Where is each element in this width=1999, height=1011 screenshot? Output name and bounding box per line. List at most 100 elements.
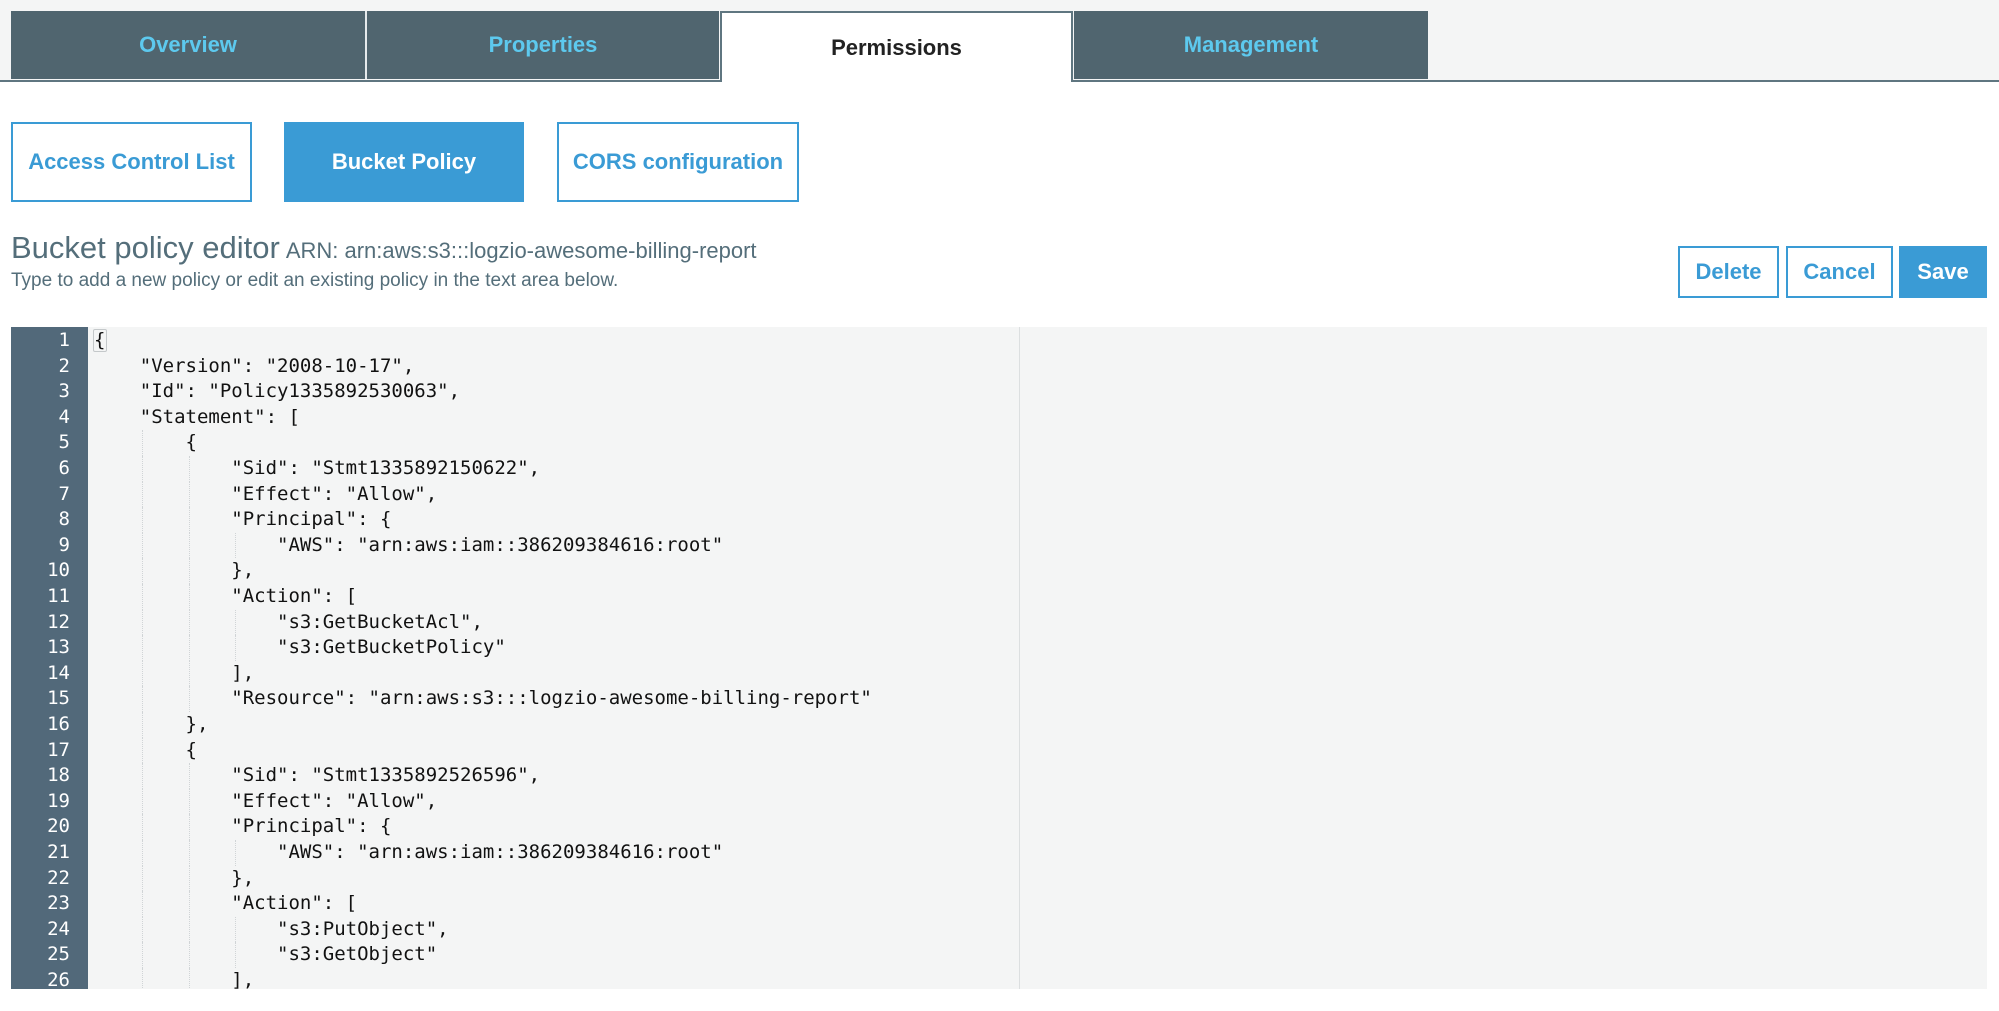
indent-guide [188, 584, 190, 610]
indent-guide [188, 814, 190, 840]
indent-guide [188, 507, 190, 533]
indent-guide [142, 865, 144, 892]
editor-instructions: Type to add a new policy or edit an exis… [11, 270, 619, 291]
indent-guide [142, 814, 144, 840]
code-line: "Effect": "Allow", [94, 482, 438, 505]
indent-guide [188, 865, 190, 892]
indent-guide [142, 660, 144, 687]
line-number: 19 [47, 789, 70, 812]
indent-guide [142, 942, 144, 968]
line-number: 22 [47, 866, 70, 889]
line-number: 12 [47, 610, 70, 633]
code-line: "Principal": { [94, 508, 392, 531]
tab-management[interactable]: Management [1074, 11, 1428, 79]
indent-guide [142, 891, 144, 917]
indent-guide [188, 660, 190, 687]
indent-guide [188, 456, 190, 482]
print-margin [1019, 327, 1020, 989]
policy-code-editor[interactable]: 1 2 3 4 5 6 7 8 9 10 11 12 13 14 15 16 17 18 19 20 21 22 23 24 2… [11, 327, 1987, 989]
indent-guide [142, 558, 144, 584]
indent-guide [188, 788, 190, 815]
code-line: "Statement": [ [94, 405, 300, 428]
line-number-gutter: 1 2 3 4 5 6 7 8 9 10 11 12 13 14 15 16 17 18 19 20 21 22 23 24 2… [11, 327, 88, 989]
code-line: "Effect": "Allow", [94, 789, 438, 812]
tab-properties[interactable]: Properties [367, 11, 719, 79]
indent-guide [142, 840, 144, 866]
indent-guide [235, 840, 237, 866]
indent-guide [188, 840, 190, 866]
line-number: 8 [58, 508, 70, 531]
line-number: 5 [58, 431, 70, 454]
line-number: 1 [58, 329, 70, 351]
line-number: 14 [47, 661, 70, 684]
code-line: ], [94, 661, 255, 684]
indent-guide [142, 456, 144, 482]
indent-guide [188, 891, 190, 917]
indent-guide [142, 481, 144, 508]
indent-guide [142, 968, 144, 989]
indent-guide [188, 635, 190, 661]
indent-guide [142, 916, 144, 943]
indent-guide [188, 763, 190, 789]
editor-heading: Bucket policy editor ARN: arn:aws:s3:::lo… [11, 230, 757, 266]
line-number: 18 [47, 764, 70, 787]
code-line: "s3:GetBucketAcl", [94, 610, 483, 633]
code-line: "s3:GetObject" [94, 943, 438, 966]
code-line: "Principal": { [94, 815, 392, 838]
indent-guide [188, 558, 190, 584]
indent-guide [188, 942, 190, 968]
indent-guide [188, 686, 190, 712]
save-button[interactable]: Save [1899, 246, 1987, 298]
line-number: 20 [47, 815, 70, 838]
line-number: 9 [58, 533, 70, 556]
line-number: 6 [58, 457, 70, 479]
code-line: "Sid": "Stmt1335892150622", [94, 457, 541, 479]
code-line: "Sid": "Stmt1335892526596", [94, 764, 541, 787]
line-number: 3 [58, 380, 70, 403]
line-number: 24 [47, 917, 70, 940]
code-line: }, [94, 713, 209, 735]
indent-guide [142, 788, 144, 815]
subtab-cors-configuration[interactable]: CORS configuration [557, 122, 799, 202]
subtab-bucket-policy[interactable]: Bucket Policy [284, 122, 524, 202]
code-line: "Resource": "arn:aws:s3:::logzio-awesome… [94, 687, 872, 710]
indent-guide [142, 609, 144, 636]
code-line: "Action": [ [94, 892, 358, 915]
delete-button[interactable]: Delete [1678, 246, 1779, 298]
indent-guide [235, 532, 237, 559]
line-number: 16 [47, 713, 70, 735]
indent-guide [142, 737, 144, 764]
indent-guide [142, 763, 144, 789]
code-line: { [94, 738, 197, 761]
indent-guide [142, 532, 144, 559]
indent-guide [142, 686, 144, 712]
tab-permissions[interactable]: Permissions [720, 11, 1073, 82]
indent-guide [188, 916, 190, 943]
indent-guide [142, 635, 144, 661]
indent-guide [142, 507, 144, 533]
indent-guide [142, 584, 144, 610]
line-number: 23 [47, 892, 70, 915]
indent-guide [235, 609, 237, 636]
code-line: "s3:PutObject", [94, 917, 449, 940]
indent-guide [142, 430, 144, 456]
line-number: 17 [47, 738, 70, 761]
line-number: 10 [47, 559, 70, 582]
tab-overview[interactable]: Overview [11, 11, 365, 79]
cancel-button[interactable]: Cancel [1786, 246, 1893, 298]
indent-guide [188, 532, 190, 559]
line-number: 4 [58, 405, 70, 428]
indent-guide [188, 968, 190, 989]
subtab-access-control-list[interactable]: Access Control List [11, 122, 252, 202]
indent-guide [142, 712, 144, 738]
code-line: { [94, 431, 197, 454]
line-number: 26 [47, 969, 70, 989]
line-number: 13 [47, 636, 70, 659]
code-line: ], [94, 969, 255, 989]
code-line: "Id": "Policy1335892530063", [94, 380, 461, 403]
line-number: 15 [47, 687, 70, 710]
code-line: "s3:GetBucketPolicy" [94, 636, 506, 659]
bucket-arn: ARN: arn:aws:s3:::logzio-awesome-billing… [285, 238, 757, 263]
code-line: "Action": [ [94, 585, 358, 607]
line-number: 25 [47, 943, 70, 966]
